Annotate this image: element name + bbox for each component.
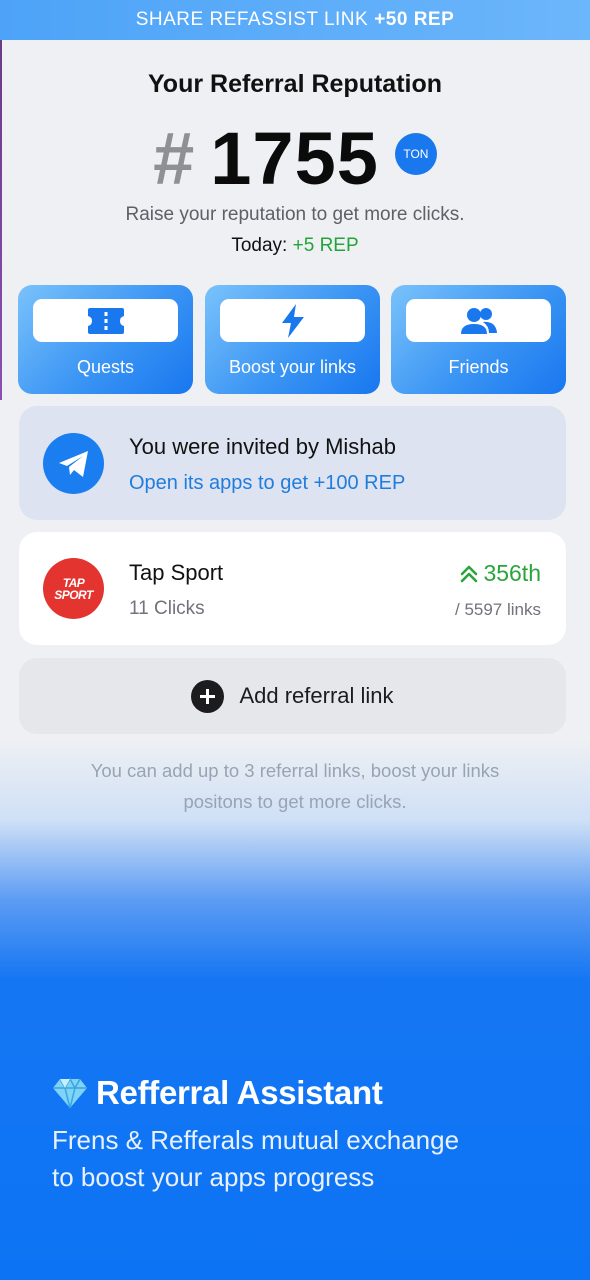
add-referral-link-button[interactable]: Add referral link — [19, 658, 566, 734]
quests-icon-box — [33, 299, 178, 342]
app-name: Tap Sport — [129, 560, 224, 585]
promo-heading: Refferral Assistant — [52, 1074, 383, 1112]
invite-card[interactable]: You were invited by Mishab Open its apps… — [19, 406, 566, 520]
today-value: +5 REP — [292, 235, 359, 256]
invite-subtitle-reward: +100 REP — [313, 472, 406, 494]
boost-links-button[interactable]: Boost your links — [205, 285, 380, 394]
promo-subtitle-line-2: to boost your apps progress — [52, 1162, 375, 1192]
double-chevron-up-icon — [461, 565, 478, 582]
diamond-icon — [53, 1077, 87, 1109]
plus-icon — [191, 679, 225, 713]
tap-sport-logo: TAP SPORT — [43, 558, 104, 619]
rank-hash: # — [153, 116, 195, 200]
friends-icon-box — [406, 299, 551, 342]
boost-icon-box — [220, 299, 365, 342]
app-clicks: 11 Clicks — [129, 598, 205, 619]
invite-subtitle[interactable]: Open its apps to get +100 REP — [129, 472, 405, 495]
promo-subtitle-line-1: Frens & Refferals mutual exchange — [52, 1125, 460, 1155]
share-banner[interactable]: SHARE REFASSIST LINK +50 REP — [0, 0, 590, 40]
friends-button[interactable]: Friends — [391, 285, 566, 394]
logo-line-2: SPORT — [54, 587, 93, 602]
friends-label: Friends — [448, 357, 509, 377]
reputation-subtitle: Raise your reputation to get more clicks… — [125, 204, 465, 225]
share-banner-text: SHARE REFASSIST LINK — [135, 9, 369, 30]
page-title: Your Referral Reputation — [147, 70, 443, 98]
today-rep: Today: +5 REP — [0, 235, 590, 257]
invite-subtitle-prefix: Open its apps to get — [129, 472, 309, 494]
app-total-links: / 5597 links — [455, 600, 541, 619]
ton-badge: TON — [394, 133, 437, 175]
boost-links-label: Boost your links — [228, 357, 357, 377]
lightning-icon — [281, 303, 304, 338]
rank-number: 1755 — [210, 116, 379, 200]
today-label: Today: — [231, 235, 288, 256]
friends-icon — [460, 307, 497, 334]
invite-title: You were invited by Mishab — [129, 434, 397, 459]
promo-title: Refferral Assistant — [96, 1074, 383, 1111]
quests-button[interactable]: Quests — [18, 285, 193, 394]
quests-label: Quests — [76, 357, 135, 377]
logo-line-1: TAP — [62, 575, 85, 590]
referral-link-card[interactable]: TAP SPORT Tap Sport 11 Clicks 356th / 55… — [19, 532, 566, 645]
telegram-icon — [43, 433, 104, 494]
add-referral-link-label: Add referral link — [239, 683, 394, 708]
promo-subtitle: Frens & Refferals mutual exchange to boo… — [52, 1122, 552, 1196]
referral-hint: You can add up to 3 referral links, boos… — [90, 760, 500, 812]
reputation-rank: # 1755 TON — [0, 113, 590, 203]
app-rank-value: 356th — [483, 560, 541, 586]
share-banner-reward: +50 REP — [374, 9, 455, 30]
app-rank: 356th — [459, 560, 541, 587]
ticket-icon — [87, 307, 124, 334]
